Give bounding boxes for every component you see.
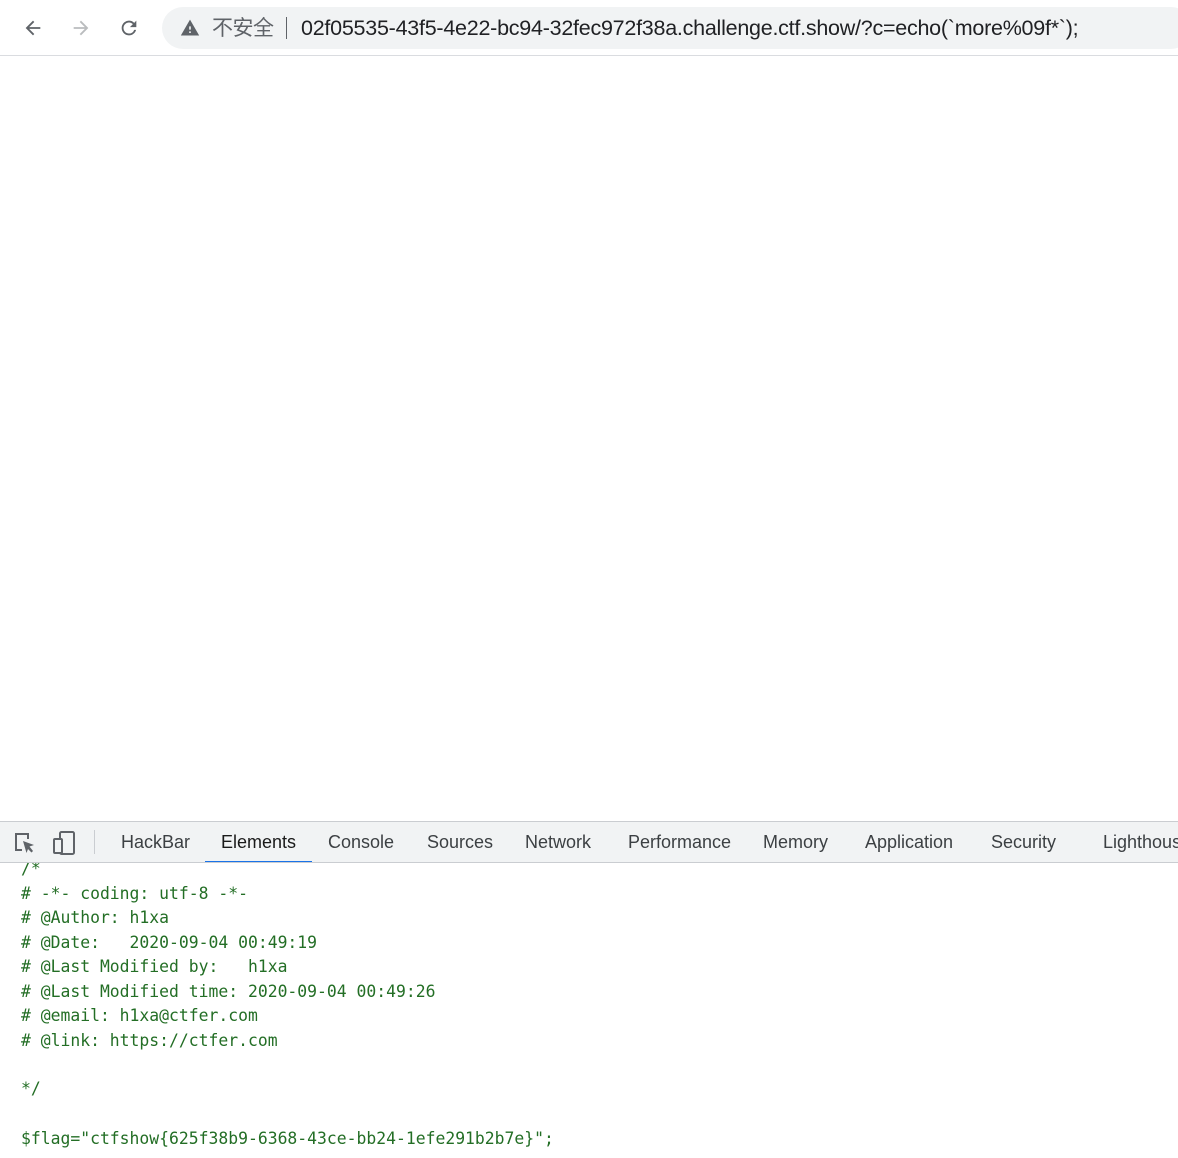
code-line: */ — [21, 1079, 41, 1098]
code-line: # -*- coding: utf-8 -*- — [21, 884, 248, 903]
code-line: # @Last Modified time: 2020-09-04 00:49:… — [21, 982, 436, 1001]
warning-triangle-icon[interactable] — [180, 18, 200, 38]
devtools-code-panel: /* # -*- coding: utf-8 -*- # @Author: h1… — [0, 863, 1178, 1158]
code-line: # @Author: h1xa — [21, 908, 170, 927]
code-line: /* — [21, 863, 41, 878]
tab-network[interactable]: Network — [525, 822, 591, 862]
browser-toolbar: 不安全 02f05535-43f5-4e22-bc94-32fec972f38a… — [0, 0, 1178, 56]
code-line: # @Last Modified by: h1xa — [21, 957, 288, 976]
reload-button[interactable] — [113, 12, 145, 44]
tab-application[interactable]: Application — [865, 822, 953, 862]
omnibox-divider — [286, 17, 287, 39]
code-line: # @link: https://ctfer.com — [21, 1031, 278, 1050]
url-text[interactable]: 02f05535-43f5-4e22-bc94-32fec972f38a.cha… — [301, 16, 1079, 40]
devtools-separator — [94, 830, 95, 854]
back-button[interactable] — [17, 12, 49, 44]
tab-security[interactable]: Security — [991, 822, 1056, 862]
code-line: # @email: h1xa@ctfer.com — [21, 1006, 258, 1025]
code-line: # @Date: 2020-09-04 00:49:19 — [21, 933, 318, 952]
address-bar[interactable]: 不安全 02f05535-43f5-4e22-bc94-32fec972f38a… — [162, 7, 1178, 49]
tab-sources[interactable]: Sources — [427, 822, 493, 862]
reload-icon — [121, 20, 137, 36]
inspect-element-icon[interactable] — [12, 830, 38, 856]
page-viewport — [0, 57, 1178, 821]
device-toolbar-icon[interactable] — [51, 830, 77, 856]
tab-console[interactable]: Console — [328, 822, 394, 862]
arrow-right-icon — [73, 20, 89, 36]
security-label[interactable]: 不安全 — [212, 16, 274, 40]
tab-performance[interactable]: Performance — [628, 822, 731, 862]
tab-memory[interactable]: Memory — [763, 822, 828, 862]
devtools-tab-bar: HackBar Elements Console Sources Network… — [0, 821, 1178, 863]
forward-button[interactable] — [65, 12, 97, 44]
tab-elements[interactable]: Elements — [205, 822, 313, 862]
arrow-left-icon — [25, 20, 41, 36]
flag-line: $flag="ctfshow{625f38b9-6368-43ce-bb24-1… — [21, 1129, 554, 1148]
tab-lighthouse[interactable]: Lighthouse — [1103, 822, 1178, 862]
tab-hackbar[interactable]: HackBar — [121, 822, 190, 862]
